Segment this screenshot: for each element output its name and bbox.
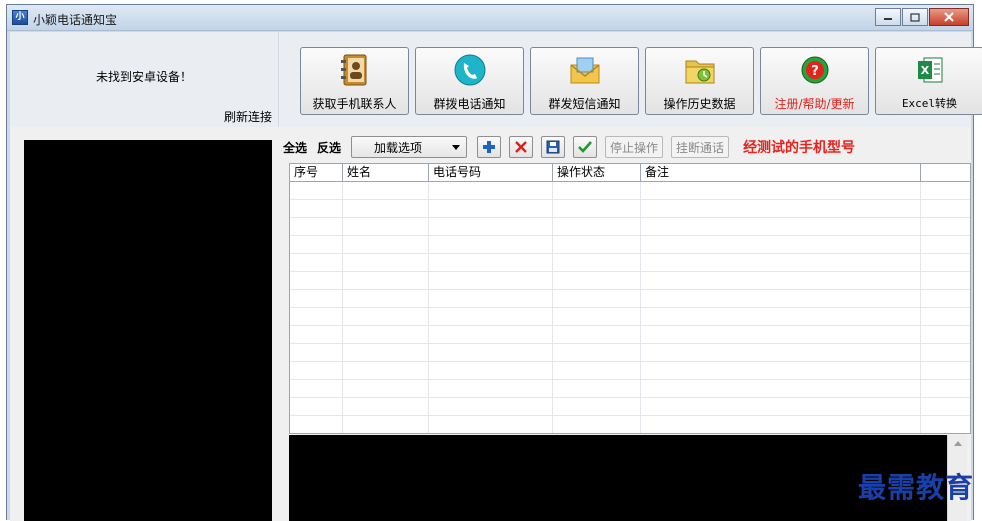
phone-icon — [453, 53, 487, 87]
help-icon: ? — [798, 53, 832, 87]
svg-text:X: X — [920, 64, 929, 77]
window-title: 小颖电话通知宝 — [33, 13, 118, 27]
tested-models-link[interactable]: 经测试的手机型号 — [743, 137, 855, 157]
contacts-table[interactable]: 序号 姓名 电话号码 操作状态 备注 — [289, 163, 971, 434]
maximize-button[interactable] — [902, 8, 928, 26]
refresh-connection-link[interactable]: 刷新连接 — [224, 108, 272, 125]
floppy-save-icon — [546, 140, 560, 154]
delete-button[interactable] — [509, 136, 534, 158]
client-area: 未找到安卓设备！ 刷新连接 获取手机联系人 群拨电话通知 群发短信通知 操作历史… — [10, 32, 982, 521]
watermark: 最需教育 — [857, 471, 974, 504]
chevron-down-icon — [452, 145, 461, 150]
table-row — [290, 236, 970, 254]
table-row — [290, 218, 970, 236]
excel-convert-button[interactable]: X Excel转换 — [875, 47, 982, 115]
table-row — [290, 398, 970, 416]
table-row — [290, 362, 970, 380]
load-options-dropdown[interactable]: 加载选项 — [351, 136, 468, 158]
title-bar[interactable]: 小 小颖电话通知宝 — [7, 5, 973, 31]
add-button[interactable] — [477, 136, 502, 158]
invert-select-link[interactable]: 反选 — [317, 139, 341, 156]
table-body[interactable] — [290, 182, 970, 433]
column-header-filler — [921, 164, 968, 181]
confirm-button[interactable] — [573, 136, 598, 158]
get-contacts-label: 获取手机联系人 — [312, 97, 397, 111]
close-icon — [944, 12, 954, 22]
sms-envelope-icon — [568, 53, 602, 87]
column-header-phone[interactable]: 电话号码 — [429, 164, 553, 181]
device-screen-preview — [24, 140, 272, 521]
scroll-up-arrow-icon[interactable] — [954, 441, 962, 446]
checkmark-icon — [578, 141, 593, 153]
table-row — [290, 380, 970, 398]
excel-convert-label: Excel转换 — [901, 97, 958, 110]
delete-x-icon — [515, 141, 527, 153]
list-toolbar: 全选 反选 加载选项 停止操作 挂断通话 经测试的手机型号 — [283, 133, 971, 161]
group-call-label: 群拨电话通知 — [433, 97, 506, 111]
table-row — [290, 308, 970, 326]
close-button[interactable] — [929, 8, 969, 26]
contacts-book-icon — [338, 53, 372, 87]
table-row — [290, 200, 970, 218]
device-status-message: 未找到安卓设备！ — [95, 70, 192, 84]
main-toolbar: 获取手机联系人 群拨电话通知 群发短信通知 操作历史数据 ? 注册/帮助/更新 … — [280, 32, 982, 127]
device-status-panel: 未找到安卓设备！ 刷新连接 — [10, 32, 279, 127]
save-button[interactable] — [541, 136, 566, 158]
table-row — [290, 290, 970, 308]
register-help-update-button[interactable]: ? 注册/帮助/更新 — [760, 47, 869, 115]
table-row — [290, 272, 970, 290]
select-all-link[interactable]: 全选 — [283, 139, 307, 156]
svg-text:?: ? — [811, 64, 819, 79]
maximize-icon — [910, 12, 920, 22]
history-folder-icon — [683, 53, 717, 87]
minimize-button[interactable] — [875, 8, 901, 26]
minimize-icon — [884, 18, 892, 20]
column-header-index[interactable]: 序号 — [290, 164, 343, 181]
table-row — [290, 344, 970, 362]
hangup-call-button[interactable]: 挂断通话 — [671, 136, 730, 158]
group-call-button[interactable]: 群拨电话通知 — [415, 47, 524, 115]
stop-operation-button[interactable]: 停止操作 — [605, 136, 664, 158]
table-header: 序号 姓名 电话号码 操作状态 备注 — [290, 164, 970, 182]
app-icon: 小 — [12, 10, 28, 25]
table-row — [290, 326, 970, 344]
table-row — [290, 182, 970, 200]
column-header-note[interactable]: 备注 — [641, 164, 921, 181]
history-data-label: 操作历史数据 — [663, 97, 736, 111]
table-row — [290, 416, 970, 433]
column-header-status[interactable]: 操作状态 — [553, 164, 641, 181]
excel-icon: X — [913, 53, 947, 87]
history-data-button[interactable]: 操作历史数据 — [645, 47, 754, 115]
plus-icon — [483, 141, 496, 153]
app-window: 小 小颖电话通知宝 未找到安卓设备！ 刷新连接 获取手机联系人 群拨电话通知 群… — [6, 4, 982, 521]
get-contacts-button[interactable]: 获取手机联系人 — [300, 47, 409, 115]
log-output-area — [289, 435, 947, 521]
table-row — [290, 254, 970, 272]
load-options-value: 加载选项 — [374, 140, 423, 155]
group-sms-button[interactable]: 群发短信通知 — [530, 47, 639, 115]
column-header-name[interactable]: 姓名 — [343, 164, 429, 181]
group-sms-label: 群发短信通知 — [548, 97, 621, 111]
register-help-update-label: 注册/帮助/更新 — [774, 97, 855, 111]
